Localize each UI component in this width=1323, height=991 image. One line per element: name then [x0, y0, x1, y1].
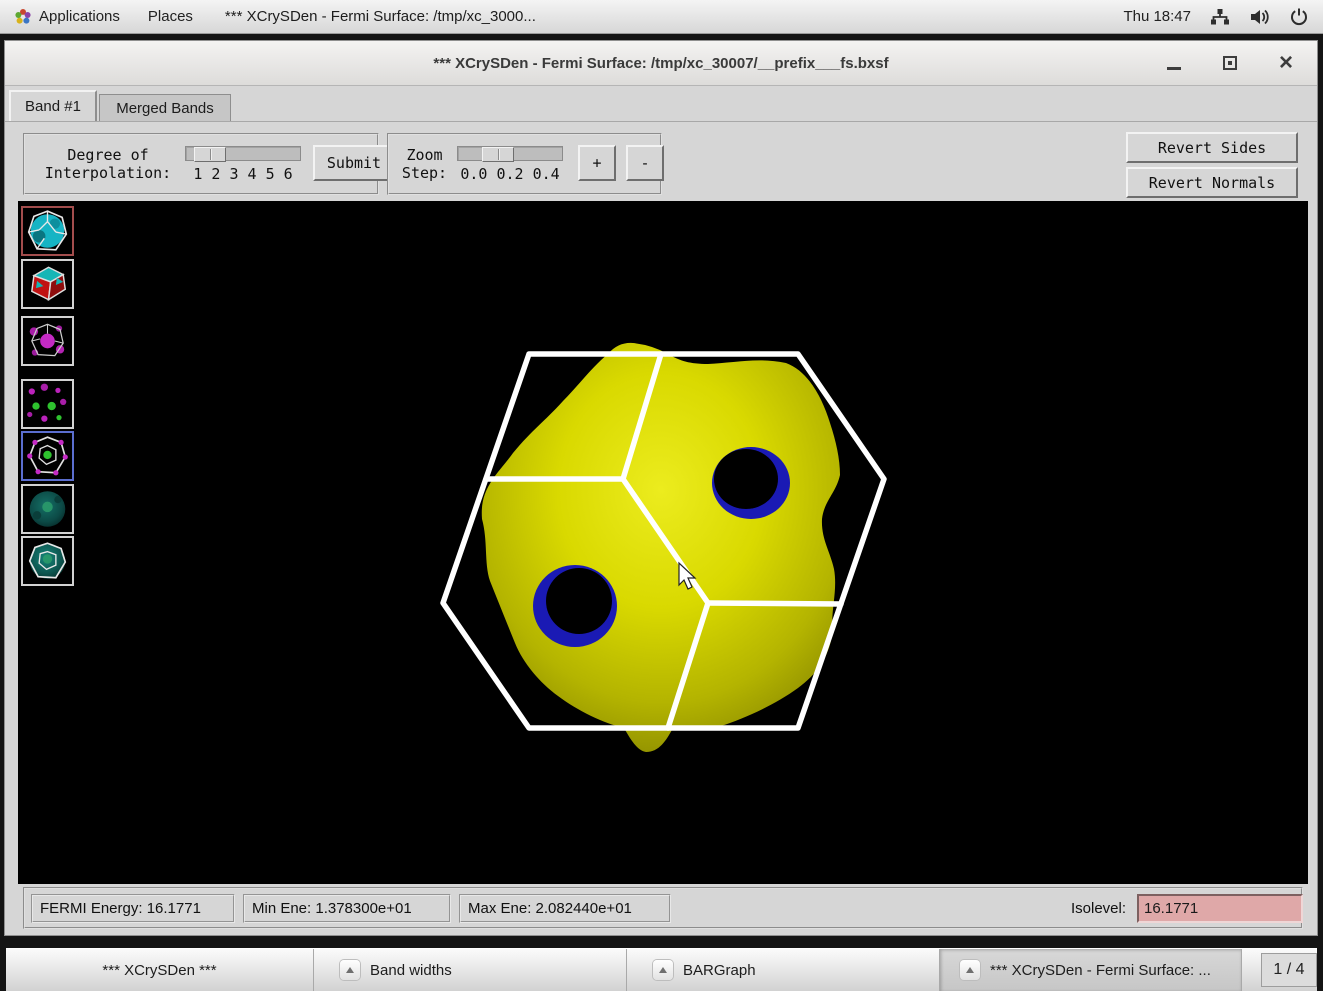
taskbar: *** XCrySDen *** Band widths BARGraph **…	[6, 948, 1317, 991]
tab-band-1[interactable]: Band #1	[9, 90, 97, 121]
zoom-step-slider-thumb[interactable]	[482, 147, 514, 162]
applications-menu-icon	[14, 8, 32, 26]
zoom-in-button[interactable]: +	[578, 145, 616, 181]
isolevel-label: Isolevel:	[1071, 894, 1126, 923]
zoom-step-slider[interactable]	[457, 146, 563, 161]
fermi-surface-blob	[482, 343, 840, 752]
xcrysden-fermi-window: *** XCrySDen - Fermi Surface: /tmp/xc_30…	[4, 40, 1318, 936]
places-label: Places	[148, 8, 193, 25]
workspace-pager[interactable]: 1 / 4	[1261, 953, 1317, 987]
maximize-icon	[1223, 56, 1237, 70]
window-titlebar[interactable]: *** XCrySDen - Fermi Surface: /tmp/xc_30…	[5, 41, 1317, 86]
network-icon[interactable]	[1209, 7, 1231, 27]
interpolation-slider-thumb[interactable]	[194, 147, 226, 162]
interpolation-ticks: 1 2 3 4 5 6	[185, 165, 301, 183]
isolevel-input[interactable]	[1137, 894, 1303, 923]
fermi-energy-field: FERMI Energy: 16.1771	[31, 894, 235, 923]
zoom-step-label: Zoom Step:	[397, 146, 452, 182]
window-icon	[653, 960, 673, 980]
applications-label: Applications	[39, 8, 120, 25]
status-bar: FERMI Energy: 16.1771 Min Ene: 1.378300e…	[23, 887, 1303, 929]
revert-sides-button[interactable]: Revert Sides	[1126, 132, 1298, 163]
clock[interactable]: Thu 18:47	[1123, 8, 1191, 25]
volume-icon[interactable]	[1249, 7, 1271, 27]
fermi-surface-canvas[interactable]	[18, 201, 1308, 884]
maximize-button[interactable]	[1217, 50, 1243, 76]
band-tabstrip: Band #1 Merged Bands	[5, 86, 1317, 122]
desktop-top-panel: Applications Places *** XCrySDen - Fermi…	[0, 0, 1323, 34]
panel-active-window-title[interactable]: *** XCrySDen - Fermi Surface: /tmp/xc_30…	[207, 8, 554, 25]
power-icon[interactable]	[1289, 7, 1309, 27]
min-ene-field: Min Ene: 1.378300e+01	[243, 894, 451, 923]
taskbar-item-xcrysden-main[interactable]: *** XCrySDen ***	[6, 949, 314, 991]
submit-button[interactable]: Submit	[313, 145, 395, 181]
fermi-surface-render	[18, 201, 1308, 884]
taskbar-item-band-widths[interactable]: Band widths	[314, 949, 627, 991]
close-button[interactable]: ×	[1273, 50, 1299, 76]
interpolation-slider[interactable]	[185, 146, 301, 161]
window-title: *** XCrySDen - Fermi Surface: /tmp/xc_30…	[433, 55, 888, 72]
taskbar-item-bargraph[interactable]: BARGraph	[627, 949, 940, 991]
minimize-icon	[1167, 67, 1181, 70]
fermi-hole-upper-right	[712, 447, 790, 519]
close-icon: ×	[1279, 53, 1293, 73]
window-icon	[340, 960, 360, 980]
revert-normals-button[interactable]: Revert Normals	[1126, 167, 1298, 198]
tab-merged-bands[interactable]: Merged Bands	[99, 94, 231, 121]
minimize-button[interactable]	[1161, 50, 1187, 76]
places-menu[interactable]: Places	[134, 0, 207, 33]
zoom-out-button[interactable]: -	[626, 145, 664, 181]
interpolation-group: Degree of Interpolation: 1 2 3 4 5 6 Sub…	[23, 133, 379, 195]
zoom-group: Zoom Step: 0.0 0.2 0.4 + -	[387, 133, 662, 195]
fermi-hole-lower-left	[533, 565, 617, 647]
applications-menu[interactable]: Applications	[0, 0, 134, 33]
interpolation-label: Degree of Interpolation:	[33, 146, 183, 182]
max-ene-field: Max Ene: 2.082440e+01	[459, 894, 671, 923]
window-icon	[960, 960, 980, 980]
zoom-step-ticks: 0.0 0.2 0.4	[451, 165, 569, 183]
taskbar-item-fermi-surface[interactable]: *** XCrySDen - Fermi Surface: ...	[940, 949, 1242, 991]
